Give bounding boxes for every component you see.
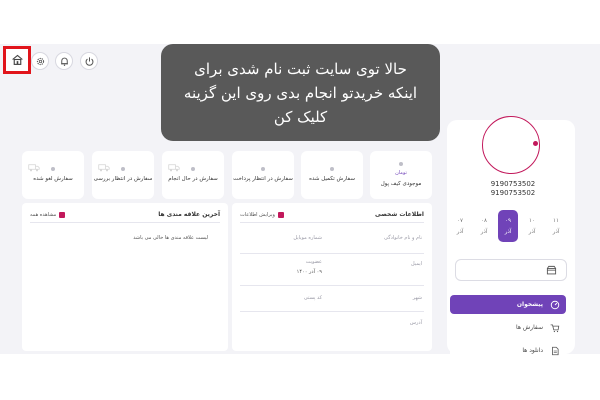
membership-label: عضویت: [305, 259, 322, 265]
menu-item-label: پیشخوان: [516, 301, 543, 308]
avatar-indicator: [533, 141, 538, 146]
divider: [240, 311, 424, 312]
mobile-field: شماره موبایل: [293, 235, 322, 241]
notifications-button[interactable]: [55, 52, 73, 70]
empty-favorites-message: لیست علاقه مندی ها خالی می باشد: [133, 235, 208, 241]
address-field: آدرس: [409, 320, 422, 326]
logout-button[interactable]: [80, 52, 98, 70]
page-bottom: [0, 354, 600, 400]
city-field: شهر: [412, 295, 422, 301]
menu-item-label: سفارش ها: [515, 324, 543, 331]
store-box[interactable]: [455, 259, 567, 281]
card-label: سفارش در حال انجام: [168, 176, 218, 182]
store-icon: [546, 265, 557, 275]
postal-code-field: کد پستی: [303, 295, 322, 301]
card-label: سفارش تکمیل شده: [309, 176, 355, 182]
divider: [30, 222, 220, 223]
date-item[interactable]: ۰۸ آذر: [474, 210, 494, 242]
status-dot: [121, 167, 125, 171]
stat-card-in-progress[interactable]: سفارش در حال انجام: [162, 151, 224, 199]
card-label: موجودی کیف پول: [380, 181, 422, 187]
divider: [240, 285, 424, 286]
card-label: سفارش در انتظار پرداخت: [233, 176, 293, 182]
personal-info-panel: اطلاعات شخصی ویرایش اطلاعات نام و نام خا…: [232, 203, 432, 351]
favorites-panel: آخرین علاقه مندی ها مشاهده همه لیست علاق…: [22, 203, 228, 351]
date-item[interactable]: ۱۰ آذر: [522, 210, 542, 242]
menu-item-dashboard[interactable]: پیشخوان: [450, 295, 566, 314]
tooltip-line-2: اینکه خریدتو انجام بدی روی این گزینه: [183, 83, 418, 102]
phone-number-secondary: 9190753502: [490, 189, 536, 197]
home-button-highlighted[interactable]: [3, 46, 31, 74]
guide-tooltip: حالا توی سایت ثبت نام شدی برای اینکه خری…: [161, 44, 440, 141]
cart-icon: [549, 322, 560, 333]
phone-number: 9190753502: [490, 180, 536, 188]
status-dot: [399, 162, 403, 166]
stat-card-awaiting-payment[interactable]: سفارش در انتظار پرداخت: [232, 151, 294, 199]
tooltip-line-1: حالا توی سایت ثبت نام شدی برای: [194, 59, 407, 78]
status-dot: [191, 167, 195, 171]
status-dot: [261, 167, 265, 171]
date-selector: ۱۱ آذر ۱۰ آذر ۰۹ آذر ۰۸ آذر ۰۷ آذر: [450, 210, 566, 242]
stat-card-pending-review[interactable]: سفارش در انتظار بررسی: [92, 151, 154, 199]
settings-button[interactable]: [31, 52, 49, 70]
panel-title: اطلاعات شخصی: [375, 211, 424, 218]
truck-icon: [168, 164, 180, 172]
divider: [240, 222, 424, 223]
stat-card-canceled[interactable]: سفارش لغو شده: [22, 151, 84, 199]
panel-title: آخرین علاقه مندی ها: [158, 211, 220, 218]
avatar[interactable]: [482, 116, 540, 174]
view-all-button[interactable]: مشاهده همه: [30, 211, 66, 218]
card-label: سفارش در انتظار بررسی: [93, 176, 153, 182]
name-field: نام و نام خانوادگی: [384, 235, 422, 241]
edit-icon: [277, 211, 284, 218]
menu-item-downloads[interactable]: دانلود ها: [450, 341, 566, 360]
menu-item-orders[interactable]: سفارش ها: [450, 318, 566, 337]
date-item[interactable]: ۱۱ آذر: [546, 210, 566, 242]
email-field: ایمیل: [411, 261, 422, 267]
menu-item-label: دانلود ها: [522, 347, 543, 354]
card-unit: تومان: [395, 170, 407, 176]
file-icon: [549, 345, 560, 356]
bell-icon: [59, 52, 70, 71]
divider: [240, 253, 424, 254]
status-dot: [51, 167, 55, 171]
arrow-icon: [59, 211, 66, 218]
edit-info-button[interactable]: ویرایش اطلاعات: [240, 211, 284, 218]
dashboard-icon: [549, 299, 560, 310]
truck-icon: [28, 164, 40, 172]
status-dot: [330, 167, 334, 171]
card-label: سفارش لغو شده: [33, 176, 73, 182]
truck-icon: [98, 164, 110, 172]
tooltip-line-3: کلیک کن: [273, 107, 328, 126]
stat-card-completed[interactable]: سفارش تکمیل شده: [301, 151, 363, 199]
gear-icon: [35, 52, 46, 71]
stat-card-wallet[interactable]: تومان موجودی کیف پول: [370, 151, 432, 199]
date-item[interactable]: ۰۷ آذر: [450, 210, 470, 242]
home-icon: [11, 51, 24, 70]
power-icon: [84, 52, 95, 71]
date-item-active[interactable]: ۰۹ آذر: [498, 210, 518, 242]
membership-value: ۰۹ آذر ۱۴۰۰: [296, 269, 322, 275]
